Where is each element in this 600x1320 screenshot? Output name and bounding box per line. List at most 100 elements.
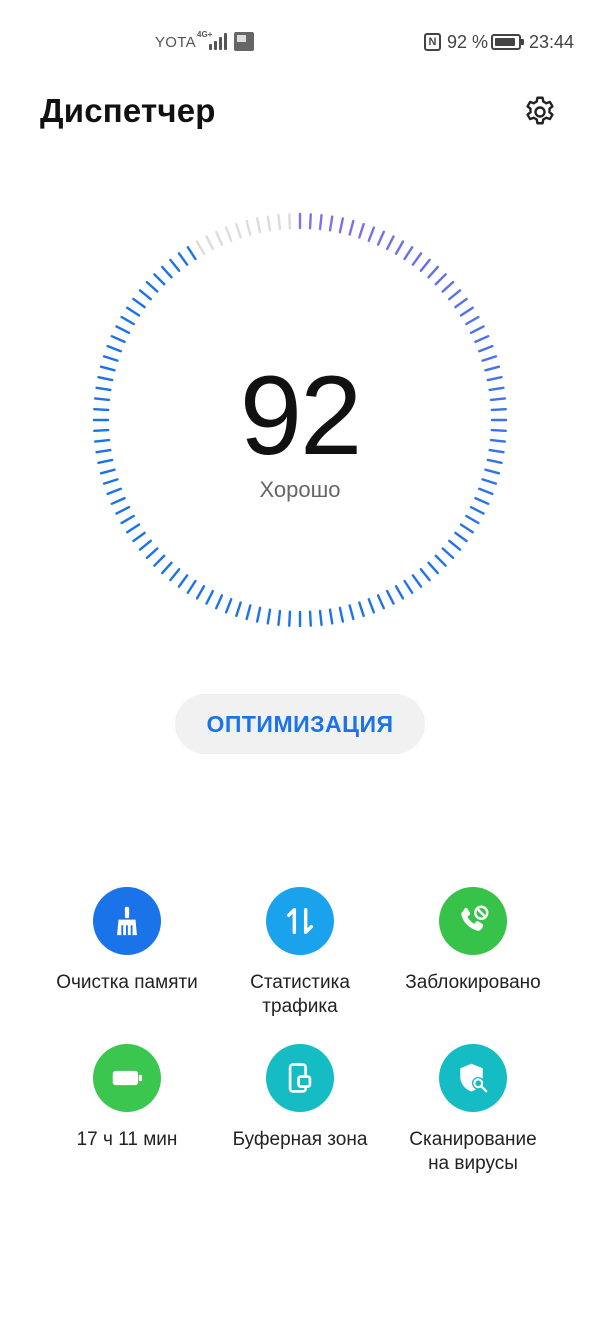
page-title: Диспетчер [40,92,216,129]
gauge-tick [160,561,173,575]
tile-label: 17 ч 11 мин [76,1129,178,1150]
gauge-tick [138,539,152,551]
nfc-icon: N [424,33,441,51]
gauge-tick [195,585,206,600]
shield-search-icon [460,1063,488,1093]
tile-label: Очистка памяти [56,972,198,993]
gauge-tick [110,335,126,344]
gauge-tick [120,514,135,525]
gauge-tick [277,213,282,231]
carrier-name: YOTA [155,34,196,51]
health-status: Хорошо [259,477,341,502]
status-bar: YOTA 4G+ N 92 % 23:44 [0,0,600,84]
battery-percent: 92 % [447,32,489,52]
gauge-tick [288,213,292,230]
tile-battery[interactable]: 17 ч 11 мин [32,1044,222,1152]
gauge-tick [145,547,159,560]
gauge-tick [441,280,455,293]
tile-buffer-zone[interactable]: Буферная зона [205,1044,395,1152]
gauge-tick [367,598,376,614]
gauge-tick [459,306,474,317]
optimize-button[interactable]: ОПТИМИЗАЦИЯ [175,694,425,754]
gauge-tick [367,226,376,242]
phone-blocked-icon [461,905,489,931]
gauge-tick [338,217,345,234]
broom-icon [117,906,137,936]
gauge-tick [411,252,423,266]
gauge-tick [459,523,474,534]
gauge-tick [338,606,345,623]
tile-label: Сканирование на вирусы [409,1129,537,1174]
gauge-tick [419,258,431,272]
gauge-tick [348,604,355,621]
gauge-tick [195,240,206,255]
gauge-tick [376,230,385,246]
settings-button[interactable] [518,90,562,134]
gauge-tick [478,344,494,353]
gauge-tick [266,215,272,232]
gauge-tick [394,240,405,255]
tile-label: Статистика трафика [250,972,350,1017]
gauge-tick [169,568,181,582]
gear-icon [526,96,554,125]
gauge-tick [448,539,462,551]
gauge-tick [411,574,423,588]
tile-label: Буферная зона [232,1129,368,1150]
gauge-tick [106,344,122,353]
gauge-tick [348,219,355,236]
gauge-tick [224,598,233,614]
gauge-tick [288,610,292,627]
phone-copy-icon [288,1063,312,1093]
tile-traffic-stats[interactable]: Статистика трафика [205,887,395,1019]
tile-icon-bg [439,887,507,955]
gauge-tick [427,561,440,575]
gauge-tick [153,273,166,286]
notification-icon [234,32,254,51]
gauge-tick [205,589,215,605]
gauge-tick [235,222,242,239]
tile-icon-bg [266,887,334,955]
tile-virus-scan[interactable]: Сканирование на вирусы [378,1044,568,1176]
battery-icon [112,1070,143,1086]
gauge-tick [255,217,262,234]
gauge-tick [224,226,233,242]
gauge-tick [215,594,224,610]
gauge-tick [394,585,405,600]
health-gauge: 92 Хорошо [85,205,515,635]
gauge-tick [138,289,152,301]
gauge-tick [385,589,395,605]
gauge-tick [434,273,447,286]
gauge-tick [403,579,414,594]
gauge-tick [115,505,131,515]
gauge-tick [120,315,135,326]
gauge-tick [235,601,242,618]
gauge-tick [126,523,141,534]
gauge-tick [469,505,485,515]
health-score: 92 [239,353,363,478]
tile-memory-cleanup[interactable]: Очистка памяти [32,887,222,995]
gauge-tick [376,594,385,610]
gauge-tick [465,514,480,525]
gauge-tick [177,574,189,588]
signal-icon [209,32,231,50]
gauge-tick [434,554,447,567]
tile-icon-bg [439,1044,507,1112]
gauge-tick [215,230,224,246]
gauge-tick [328,215,334,232]
gauge-tick [469,325,485,335]
gauge-tick [145,280,159,293]
gauge-tick [318,213,323,231]
tile-blocked[interactable]: Заблокировано [378,887,568,995]
battery-fill [495,38,515,46]
gauge-tick [153,554,166,567]
gauge-tick [403,246,414,261]
gauge-tick [454,531,468,543]
gauge-tick [419,568,431,582]
tile-label: Заблокировано [405,972,541,993]
tile-icon-bg [93,1044,161,1112]
gauge-tick [132,297,146,309]
gauge-tick [454,297,468,309]
gauge-tick [245,604,252,621]
gauge-tick [318,609,323,627]
gauge-tick [465,315,480,326]
